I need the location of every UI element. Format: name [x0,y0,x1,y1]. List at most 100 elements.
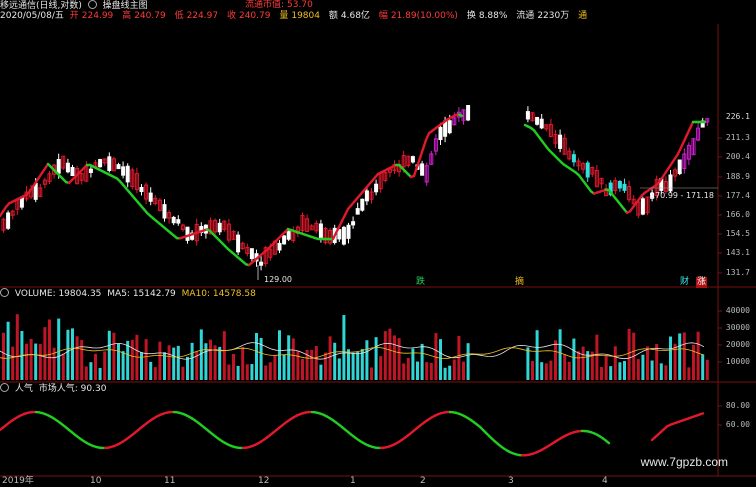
candle-body [677,159,682,175]
volume-bar [678,333,682,380]
chart-canvas[interactable] [0,0,756,487]
volume-bar [397,338,401,380]
trend-segment [421,138,428,151]
volume-bar [268,362,272,380]
volume-bar [15,314,19,380]
sentiment-label: 人气 [14,384,33,394]
volume-bar [301,359,304,380]
volume-bar [701,354,705,380]
volume-bar [310,349,314,380]
volume-bar [669,336,672,380]
candle-body [217,222,222,233]
volume-bar [186,356,189,380]
volume-bar [535,330,539,380]
volume-bar [567,361,571,380]
volume-bar [347,349,350,380]
candle-body [374,183,379,193]
volume-bar [379,356,383,380]
trend-segment [415,156,422,169]
ma5-value: MA5: 15142.79 [107,289,176,299]
candle-body [107,156,112,171]
volume-bar [291,338,295,380]
volume-bar [153,367,157,380]
vol-tick-1: 40000 [725,306,750,315]
candle-body [447,120,452,134]
price-tick-2: 200.4 [725,152,750,161]
volume-bar [34,343,38,380]
volume-bar [218,346,222,380]
sent-tick-2: 60.00 [725,420,750,429]
volume-bar [705,359,709,380]
candle-body [438,126,443,141]
volume-bar [126,340,130,380]
volume-bar [351,352,355,380]
volume-bar [103,351,107,380]
volume-bar [112,332,116,380]
volume-bar [94,353,97,380]
price-tick-3: 188.9 [725,172,750,181]
candle-body [539,118,544,129]
candle-body [162,204,167,219]
price-tick-4: 177.4 [725,191,750,200]
volume-bar [80,340,84,380]
volume-bar [117,343,120,380]
candle-body [585,162,590,178]
candle-body [171,216,176,224]
volume-bar [659,363,663,380]
time-tick-3: 12 [258,476,270,486]
tag-zhai[interactable]: 摘 [515,277,524,288]
candle-body [259,261,264,266]
volume-bar [167,345,171,380]
volume-bar [360,349,364,380]
volume-bar [692,344,695,380]
candle-body [364,190,369,202]
volume-bar [199,329,203,380]
volume-bars-layer [2,314,709,380]
volume-bar [319,364,323,380]
volume-bar [255,333,258,380]
volume-bar [121,351,125,380]
volume-bar [328,336,332,380]
volume-bar [89,362,93,380]
price-tick-5: 166.0 [725,210,750,219]
volume-bar [342,315,346,380]
volume-bar [241,347,245,380]
volume-bar [439,339,442,380]
candle-body [6,212,11,229]
candle-body [70,166,75,177]
trend-segment [412,165,419,178]
time-tick-2: 11 [164,476,176,486]
candle-body [282,235,287,245]
candle-body [341,226,346,245]
volume-bar [604,355,608,380]
volume-bar [581,346,585,380]
volume-bar [554,340,557,380]
candle-body [139,186,144,193]
volume-bar [443,367,447,380]
candle-body [249,248,254,260]
volume-bar [383,331,387,380]
volume-bar [222,331,226,380]
tag-cai[interactable]: 财 [680,277,689,288]
candle-body [640,198,645,215]
candle-body [420,163,425,176]
gear-icon[interactable] [0,383,9,392]
volume-bar [250,364,254,380]
volume-bar [388,328,392,380]
tag-die[interactable]: 跌 [416,277,425,288]
sentiment-segment [604,439,611,445]
candle-body [98,159,103,168]
volume-bar [406,357,410,380]
tag-zhang[interactable]: 涨 [696,277,708,288]
candle-body [236,234,241,253]
volume-bar [236,365,240,380]
volume-bar [540,362,544,380]
volume-bar [2,332,5,380]
candle-body [617,181,622,189]
volume-bar [57,318,61,380]
sentiment-header: 人气 市场人气: 90.30 [0,383,109,395]
volume-bar [429,363,433,380]
gear-icon[interactable] [0,288,9,297]
volume-bar [140,352,143,380]
candle-body [318,223,323,239]
